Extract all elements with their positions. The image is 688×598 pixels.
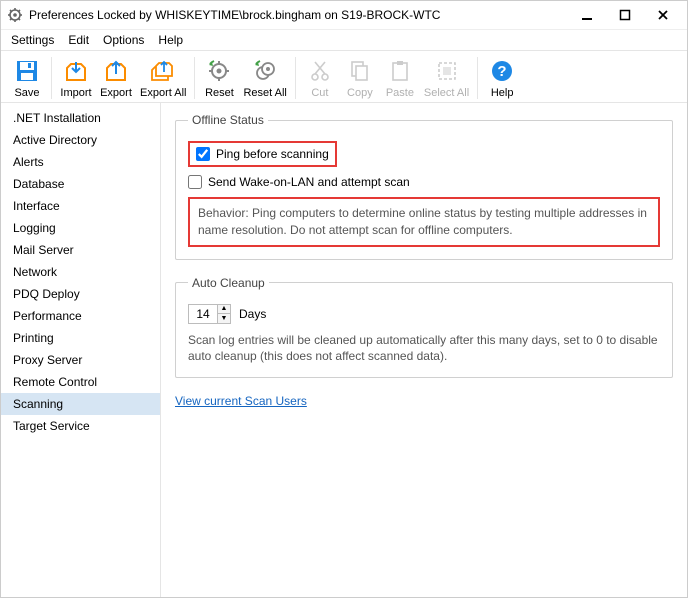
sidebar-item-network[interactable]: Network: [1, 261, 160, 283]
menu-edit[interactable]: Edit: [68, 33, 89, 47]
maximize-button[interactable]: [611, 5, 639, 25]
toolbar-separator: [477, 57, 478, 99]
gear-icon: [7, 7, 23, 23]
sidebar-item-active-directory[interactable]: Active Directory: [1, 129, 160, 151]
auto-cleanup-help: Scan log entries will be cleaned up auto…: [188, 332, 660, 366]
toolbar-label: Help: [491, 87, 514, 99]
link-row: View current Scan Users: [175, 394, 673, 408]
select-all-button: Select All: [420, 55, 473, 101]
spinner-up-button[interactable]: ▲: [218, 305, 230, 314]
cut-icon: [306, 57, 334, 85]
toolbar-separator: [295, 57, 296, 99]
help-icon: ?: [488, 57, 516, 85]
body: .NET InstallationActive DirectoryAlertsD…: [1, 103, 687, 597]
menubar: Settings Edit Options Help: [1, 29, 687, 50]
sidebar-item-scanning[interactable]: Scanning: [1, 393, 160, 415]
select-all-icon: [433, 57, 461, 85]
auto-cleanup-legend: Auto Cleanup: [188, 276, 269, 290]
sidebar-item-interface[interactable]: Interface: [1, 195, 160, 217]
menu-options[interactable]: Options: [103, 33, 144, 47]
sidebar-item-printing[interactable]: Printing: [1, 327, 160, 349]
export-icon: [102, 57, 130, 85]
sidebar-item-alerts[interactable]: Alerts: [1, 151, 160, 173]
reset-button[interactable]: Reset: [199, 55, 239, 101]
close-button[interactable]: [649, 5, 677, 25]
days-label: Days: [239, 307, 266, 321]
menu-help[interactable]: Help: [158, 33, 183, 47]
sidebar-item-mail-server[interactable]: Mail Server: [1, 239, 160, 261]
window-buttons: [573, 5, 677, 25]
cut-button: Cut: [300, 55, 340, 101]
sidebar-item-target-service[interactable]: Target Service: [1, 415, 160, 437]
toolbar-label: Import: [60, 87, 91, 99]
sidebar-item-logging[interactable]: Logging: [1, 217, 160, 239]
days-spinner: ▲ ▼: [188, 304, 231, 324]
sidebar-item-remote-control[interactable]: Remote Control: [1, 371, 160, 393]
auto-cleanup-group: Auto Cleanup ▲ ▼ Days Scan log entries w…: [175, 276, 673, 379]
ping-before-scanning-label[interactable]: Ping before scanning: [216, 147, 329, 161]
ping-highlight: Ping before scanning: [188, 141, 337, 167]
sidebar-item-proxy-server[interactable]: Proxy Server: [1, 349, 160, 371]
export-all-button[interactable]: Export All: [136, 55, 190, 101]
copy-button: Copy: [340, 55, 380, 101]
minimize-button[interactable]: [573, 5, 601, 25]
toolbar-label: Select All: [424, 87, 469, 99]
offline-status-legend: Offline Status: [188, 113, 268, 127]
wake-on-lan-label[interactable]: Send Wake-on-LAN and attempt scan: [208, 175, 410, 189]
save-icon: [13, 57, 41, 85]
preferences-window: Preferences Locked by WHISKEYTIME\brock.…: [0, 0, 688, 598]
export-button[interactable]: Export: [96, 55, 136, 101]
days-input[interactable]: [189, 305, 217, 323]
toolbar-label: Cut: [311, 87, 328, 99]
paste-button: Paste: [380, 55, 420, 101]
sidebar-item-database[interactable]: Database: [1, 173, 160, 195]
export-all-icon: [149, 57, 177, 85]
reset-all-button[interactable]: Reset All: [239, 55, 290, 101]
save-button[interactable]: Save: [7, 55, 47, 101]
toolbar: Save Import Export Export All Rese: [1, 50, 687, 103]
offline-status-group: Offline Status Ping before scanning Send…: [175, 113, 673, 260]
titlebar: Preferences Locked by WHISKEYTIME\brock.…: [1, 1, 687, 29]
ping-before-scanning-checkbox[interactable]: [196, 147, 210, 161]
spinner-down-button[interactable]: ▼: [218, 314, 230, 323]
menu-settings[interactable]: Settings: [11, 33, 54, 47]
toolbar-label: Reset: [205, 87, 234, 99]
copy-icon: [346, 57, 374, 85]
sidebar-item-pdq-deploy[interactable]: PDQ Deploy: [1, 283, 160, 305]
sidebar-item--net-installation[interactable]: .NET Installation: [1, 107, 160, 129]
spinner-buttons: ▲ ▼: [217, 305, 230, 323]
toolbar-label: Save: [14, 87, 39, 99]
content-pane: Offline Status Ping before scanning Send…: [161, 103, 687, 597]
paste-icon: [386, 57, 414, 85]
wake-on-lan-checkbox[interactable]: [188, 175, 202, 189]
toolbar-label: Reset All: [243, 87, 286, 99]
toolbar-label: Export All: [140, 87, 186, 99]
import-icon: [62, 57, 90, 85]
import-button[interactable]: Import: [56, 55, 96, 101]
toolbar-label: Copy: [347, 87, 373, 99]
toolbar-label: Paste: [386, 87, 414, 99]
svg-text:?: ?: [498, 63, 507, 80]
behavior-text: Behavior: Ping computers to determine on…: [188, 197, 660, 247]
reset-icon: [205, 57, 233, 85]
sidebar-item-performance[interactable]: Performance: [1, 305, 160, 327]
view-scan-users-link[interactable]: View current Scan Users: [175, 394, 307, 408]
help-button[interactable]: ? Help: [482, 55, 522, 101]
reset-all-icon: [251, 57, 279, 85]
window-title: Preferences Locked by WHISKEYTIME\brock.…: [29, 8, 573, 22]
sidebar: .NET InstallationActive DirectoryAlertsD…: [1, 103, 161, 597]
toolbar-label: Export: [100, 87, 132, 99]
toolbar-separator: [194, 57, 195, 99]
toolbar-separator: [51, 57, 52, 99]
